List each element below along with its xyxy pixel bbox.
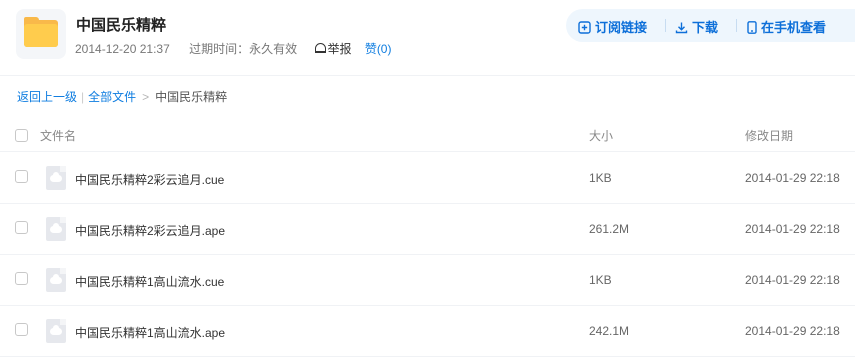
subscribe-button[interactable]: 订阅链接	[578, 17, 647, 36]
table-row[interactable]: 中国民乐精粹2彩云追月.cue 1KB 2014-01-29 22:18	[0, 153, 855, 204]
share-title: 中国民乐精粹	[76, 17, 167, 34]
subscribe-icon	[578, 21, 591, 34]
file-name[interactable]: 中国民乐精粹2彩云追月.cue	[75, 171, 224, 188]
table-row[interactable]: 中国民乐精粹1高山流水.ape 242.1M 2014-01-29 22:18	[0, 306, 855, 357]
table-row[interactable]: 中国民乐精粹1高山流水.cue 1KB 2014-01-29 22:18	[0, 255, 855, 306]
file-size: 1KB	[589, 273, 612, 287]
file-cloud-icon	[46, 319, 66, 343]
file-size: 242.1M	[589, 324, 630, 338]
column-name[interactable]: 文件名	[40, 127, 76, 144]
action-bar: 订阅链接 下载 在手机查看	[566, 9, 855, 42]
file-cloud-icon	[46, 166, 66, 190]
file-date: 2014-01-29 22:18	[745, 222, 840, 236]
phone-icon	[747, 21, 757, 34]
download-icon	[675, 22, 688, 34]
divider	[665, 19, 666, 32]
file-size: 1KB	[589, 171, 612, 185]
file-size: 261.2M	[589, 222, 630, 236]
breadcrumb-back[interactable]: 返回上一级	[17, 90, 77, 104]
breadcrumb: 返回上一级 | 全部文件 > 中国民乐精粹	[17, 88, 227, 105]
folder-icon	[16, 9, 66, 59]
like-link[interactable]: 赞(0)	[365, 40, 392, 57]
file-cloud-icon	[46, 268, 66, 292]
download-label: 下载	[692, 20, 719, 35]
subscribe-label: 订阅链接	[595, 20, 648, 35]
column-size[interactable]: 大小	[589, 127, 613, 144]
share-header: 中国民乐精粹 2014-12-20 21:37 过期时间：永久有效 举报 赞(0…	[0, 0, 855, 76]
row-checkbox[interactable]	[15, 323, 28, 336]
breadcrumb-arrow: >	[142, 90, 150, 104]
share-meta: 2014-12-20 21:37 过期时间：永久有效 举报 赞(0)	[75, 40, 391, 57]
alert-icon	[315, 42, 327, 53]
file-name[interactable]: 中国民乐精粹2彩云追月.ape	[75, 222, 225, 239]
breadcrumb-current: 中国民乐精粹	[155, 90, 228, 104]
share-date: 2014-12-20 21:37	[75, 41, 170, 56]
download-button[interactable]: 下载	[675, 17, 718, 36]
mobile-label: 在手机查看	[761, 20, 827, 35]
file-date: 2014-01-29 22:18	[745, 171, 840, 185]
file-name[interactable]: 中国民乐精粹1高山流水.ape	[75, 324, 225, 341]
table-header: 文件名 大小 修改日期	[0, 119, 855, 152]
row-checkbox[interactable]	[15, 272, 28, 285]
column-modified[interactable]: 修改日期	[745, 127, 793, 144]
file-date: 2014-01-29 22:18	[745, 273, 840, 287]
view-on-mobile-button[interactable]: 在手机查看	[747, 17, 826, 36]
file-name[interactable]: 中国民乐精粹1高山流水.cue	[75, 273, 224, 290]
table-row[interactable]: 中国民乐精粹2彩云追月.ape 261.2M 2014-01-29 22:18	[0, 204, 855, 255]
report-link[interactable]: 举报	[315, 40, 351, 57]
file-date: 2014-01-29 22:18	[745, 324, 840, 338]
breadcrumb-all-files[interactable]: 全部文件	[88, 90, 136, 104]
file-cloud-icon	[46, 217, 66, 241]
breadcrumb-separator: |	[81, 90, 85, 104]
report-label: 举报	[327, 42, 352, 56]
expire-time: 过期时间：永久有效	[189, 42, 298, 56]
select-all-checkbox[interactable]	[15, 129, 28, 142]
row-checkbox[interactable]	[15, 221, 28, 234]
row-checkbox[interactable]	[15, 170, 28, 183]
divider	[736, 19, 737, 32]
